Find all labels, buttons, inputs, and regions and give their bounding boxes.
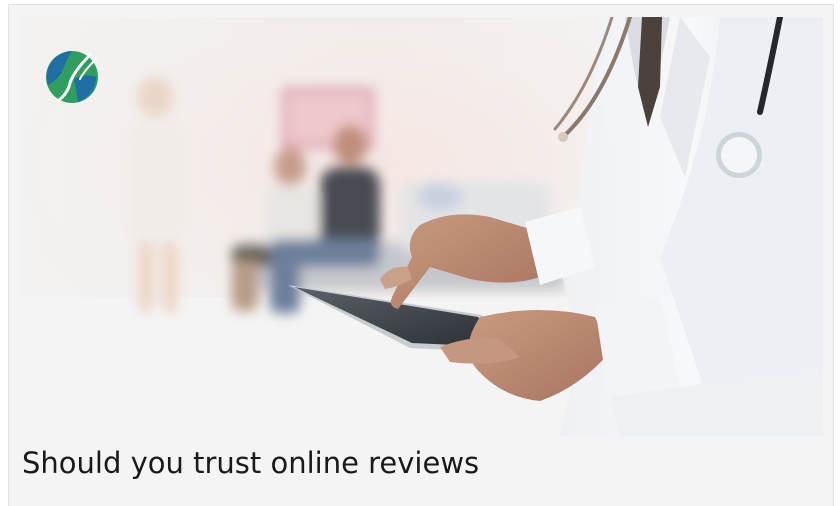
article-hero-image[interactable] [20, 17, 823, 436]
article-title-link[interactable]: Should you trust online reviews [22, 441, 812, 485]
hero-photo-illustration [20, 17, 823, 436]
globe-logo-icon[interactable] [44, 49, 100, 105]
article-card[interactable]: Should you trust online reviews [8, 4, 834, 506]
